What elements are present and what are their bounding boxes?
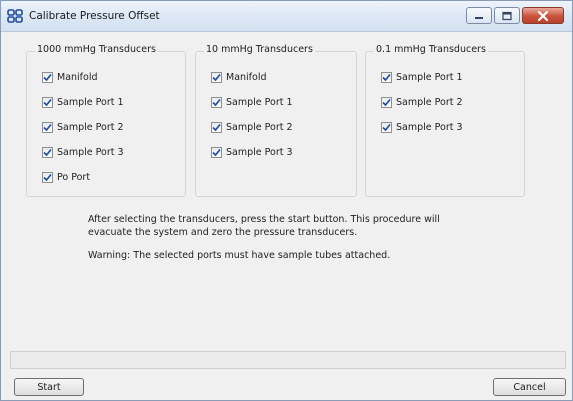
checkmark-icon (382, 123, 391, 131)
checkbox-label: Sample Port 1 (226, 96, 293, 108)
minimize-icon (475, 16, 483, 19)
instructions-text: After selecting the transducers, press t… (88, 214, 468, 239)
checkmark-icon (43, 73, 52, 81)
checkmark-icon (212, 98, 221, 106)
checkbox[interactable] (211, 71, 222, 83)
group-title: 1000 mmHg Transducers (35, 44, 158, 55)
checkbox[interactable] (211, 96, 222, 108)
checkmark-icon (212, 123, 221, 131)
checkbox-label: Po Port (57, 171, 91, 183)
checkbox-label: Sample Port 3 (226, 146, 293, 158)
start-button[interactable]: Start (14, 378, 84, 396)
checkbox[interactable] (211, 146, 222, 158)
checkmark-icon (212, 148, 221, 156)
checkbox-sample-port-1[interactable]: Sample Port 1 (211, 95, 293, 109)
checkbox[interactable] (381, 96, 392, 108)
checkbox-label: Sample Port 3 (57, 146, 124, 158)
checkbox-label: Sample Port 2 (396, 96, 463, 108)
checkbox-sample-port-2[interactable]: Sample Port 2 (211, 120, 293, 134)
app-logo-icon (7, 9, 23, 23)
checkbox-po-port[interactable]: Po Port (42, 170, 90, 184)
checkbox[interactable] (381, 71, 392, 83)
checkbox-manifold[interactable]: Manifold (42, 70, 98, 84)
window-controls (466, 7, 564, 25)
checkbox-sample-port-3[interactable]: Sample Port 3 (381, 120, 463, 134)
group-1000-mmhg: 1000 mmHg Transducers Manifold Sample Po… (26, 44, 186, 197)
checkmark-icon (43, 98, 52, 106)
checkbox-label: Sample Port 3 (396, 121, 463, 133)
checkbox-manifold[interactable]: Manifold (211, 70, 267, 84)
title-bar[interactable]: Calibrate Pressure Offset (1, 1, 572, 32)
minimize-button[interactable] (466, 7, 492, 24)
checkbox-label: Manifold (57, 71, 98, 83)
checkbox[interactable] (211, 121, 222, 133)
status-bar (10, 351, 566, 369)
checkbox-label: Sample Port 1 (396, 71, 463, 83)
group-10-mmhg: 10 mmHg Transducers Manifold Sample Port… (195, 44, 357, 197)
checkbox[interactable] (42, 71, 53, 83)
checkmark-icon (212, 73, 221, 81)
checkmark-icon (43, 173, 52, 181)
checkbox-label: Sample Port 1 (57, 96, 124, 108)
checkbox[interactable] (42, 96, 53, 108)
close-icon (537, 10, 549, 21)
warning-text: Warning: The selected ports must have sa… (88, 250, 391, 261)
checkbox-label: Manifold (226, 71, 267, 83)
cancel-button[interactable]: Cancel (493, 378, 566, 396)
maximize-button[interactable] (494, 7, 520, 24)
instructions-line-1: After selecting the transducers, press t… (88, 214, 440, 225)
close-button[interactable] (522, 7, 564, 24)
checkbox[interactable] (42, 121, 53, 133)
checkbox[interactable] (42, 171, 53, 183)
group-title: 0.1 mmHg Transducers (374, 44, 488, 55)
checkbox-sample-port-2[interactable]: Sample Port 2 (42, 120, 124, 134)
checkbox-sample-port-1[interactable]: Sample Port 1 (42, 95, 124, 109)
checkmark-icon (382, 98, 391, 106)
window-title: Calibrate Pressure Offset (29, 10, 160, 22)
checkbox-sample-port-2[interactable]: Sample Port 2 (381, 95, 463, 109)
checkmark-icon (43, 148, 52, 156)
checkbox-sample-port-3[interactable]: Sample Port 3 (42, 145, 124, 159)
maximize-icon (502, 11, 512, 20)
checkbox-label: Sample Port 2 (57, 121, 124, 133)
dialog-window: Calibrate Pressure Offset 1000 mmHg Tran… (0, 0, 573, 401)
checkbox-label: Sample Port 2 (226, 121, 293, 133)
group-0-1-mmhg: 0.1 mmHg Transducers Sample Port 1 Sampl… (365, 44, 525, 197)
checkmark-icon (382, 73, 391, 81)
group-title: 10 mmHg Transducers (204, 44, 315, 55)
instructions-line-2: evacuate the system and zero the pressur… (88, 226, 358, 238)
checkmark-icon (43, 123, 52, 131)
checkbox-sample-port-3[interactable]: Sample Port 3 (211, 145, 293, 159)
checkbox[interactable] (381, 121, 392, 133)
checkbox[interactable] (42, 146, 53, 158)
checkbox-sample-port-1[interactable]: Sample Port 1 (381, 70, 463, 84)
